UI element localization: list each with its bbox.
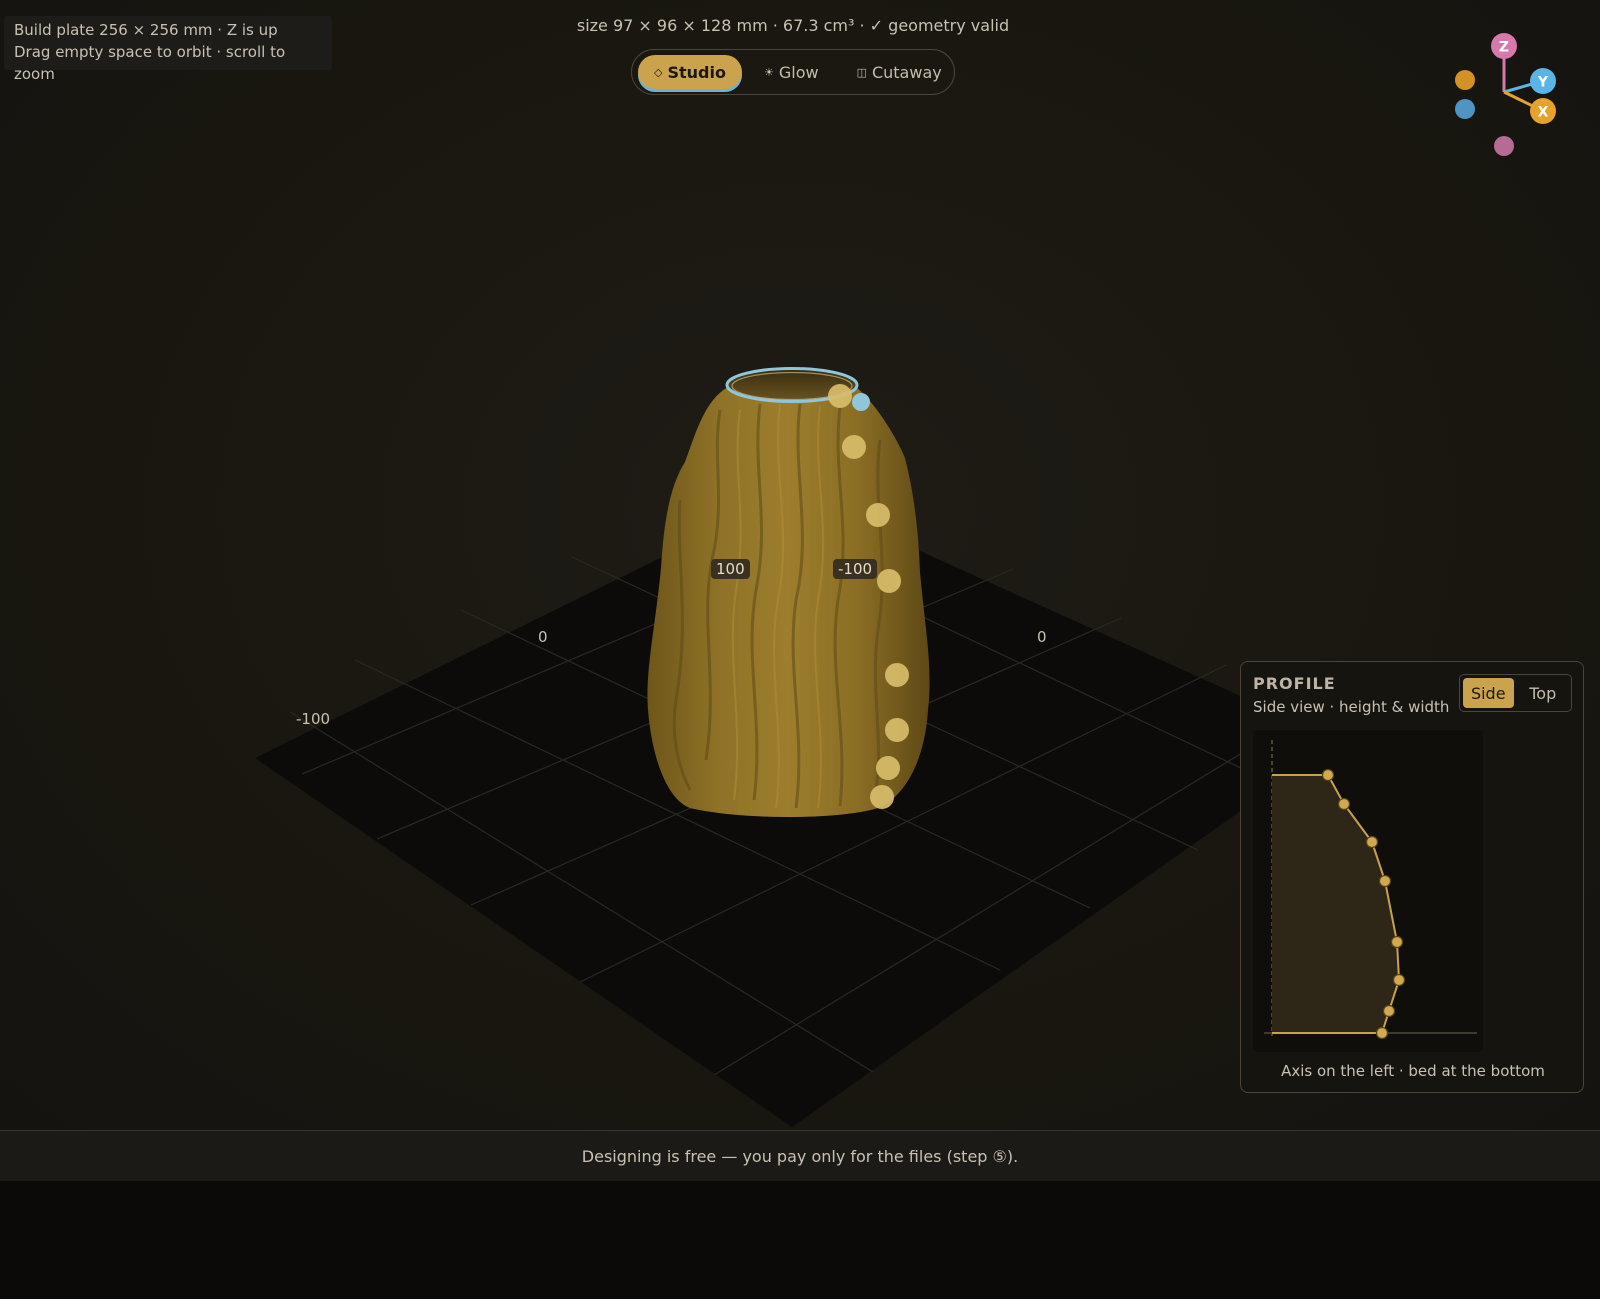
profile-point[interactable]: [1382, 1004, 1396, 1018]
profile-footnote: Axis on the left · bed at the bottom: [1281, 1062, 1545, 1080]
dimension-tag-pos: 100: [711, 559, 750, 579]
dimension-tag-neg: -100: [833, 559, 878, 579]
profile-view-toggle: Side Top: [1459, 674, 1572, 712]
profile-point[interactable]: [1321, 768, 1335, 782]
mode-glow-label: Glow: [778, 62, 819, 82]
profile-handle[interactable]: [876, 756, 900, 780]
profile-point[interactable]: [1337, 797, 1351, 811]
profile-handle[interactable]: [877, 569, 901, 593]
profile-title: PROFILE: [1253, 674, 1336, 693]
model-stats: size 97 × 96 × 128 mm · 67.3 cm³ · ✓ geo…: [576, 16, 1010, 35]
vase-body: [647, 387, 930, 817]
profile-point[interactable]: [1365, 835, 1379, 849]
mode-studio-button[interactable]: ◇ Studio: [638, 55, 742, 89]
profile-handle[interactable]: [885, 718, 909, 742]
profile-point[interactable]: [1375, 1026, 1389, 1040]
axis-label-x-zero: 0: [538, 628, 548, 646]
profile-fill: [1272, 775, 1399, 1033]
diamond-icon: ◇: [654, 65, 663, 79]
orientation-gizmo[interactable]: Z Y X: [1440, 28, 1580, 163]
profile-point[interactable]: [1390, 935, 1404, 949]
gizmo-x-label: X: [1538, 105, 1549, 121]
profile-handle[interactable]: [870, 785, 894, 809]
sun-icon: ☀: [763, 65, 774, 79]
rim-handle[interactable]: [852, 393, 870, 411]
footer-bar: Designing is free — you pay only for the…: [0, 1130, 1600, 1181]
profile-handle[interactable]: [828, 384, 852, 408]
gizmo-neg-y-dot[interactable]: [1455, 99, 1475, 119]
profile-handle[interactable]: [866, 503, 890, 527]
profile-tab-side[interactable]: Side: [1463, 678, 1514, 708]
profile-subtitle: Side view · height & width: [1253, 698, 1450, 716]
render-mode-bar: ◇ Studio ☀ Glow ◫ Cutaway: [631, 49, 955, 95]
3d-viewport[interactable]: Build plate 256 × 256 mm · Z is up Drag …: [0, 0, 1600, 1130]
profile-handle[interactable]: [842, 435, 866, 459]
axis-label-y-zero: 0: [1037, 628, 1047, 646]
footer-text: Designing is free — you pay only for the…: [581, 1146, 1019, 1166]
profile-handle[interactable]: [885, 663, 909, 687]
cutaway-icon: ◫: [856, 65, 867, 79]
gizmo-y-label: Y: [1537, 75, 1549, 91]
mode-cutaway-label: Cutaway: [871, 62, 942, 82]
profile-panel: PROFILE Side view · height & width Side …: [1240, 661, 1584, 1093]
build-plate-info: Build plate 256 × 256 mm · Z is up Drag …: [4, 16, 332, 83]
profile-tab-top[interactable]: Top: [1518, 678, 1569, 708]
bottom-area: [0, 1181, 1600, 1299]
info-line-controls: Drag empty space to orbit · scroll to zo…: [14, 43, 286, 83]
profile-point[interactable]: [1378, 874, 1392, 888]
mode-cutaway-button[interactable]: ◫ Cutaway: [841, 55, 958, 89]
axis-label-x-min: -100: [296, 710, 331, 728]
mode-glow-button[interactable]: ☀ Glow: [748, 55, 835, 89]
gizmo-z-label: Z: [1499, 40, 1509, 56]
profile-point[interactable]: [1392, 973, 1406, 987]
info-line-plate: Build plate 256 × 256 mm · Z is up: [14, 21, 278, 39]
profile-editor-canvas[interactable]: [1253, 730, 1483, 1052]
mode-studio-label: Studio: [667, 62, 726, 82]
gizmo-neg-z-dot[interactable]: [1494, 136, 1514, 156]
gizmo-neg-x-dot[interactable]: [1455, 70, 1475, 90]
